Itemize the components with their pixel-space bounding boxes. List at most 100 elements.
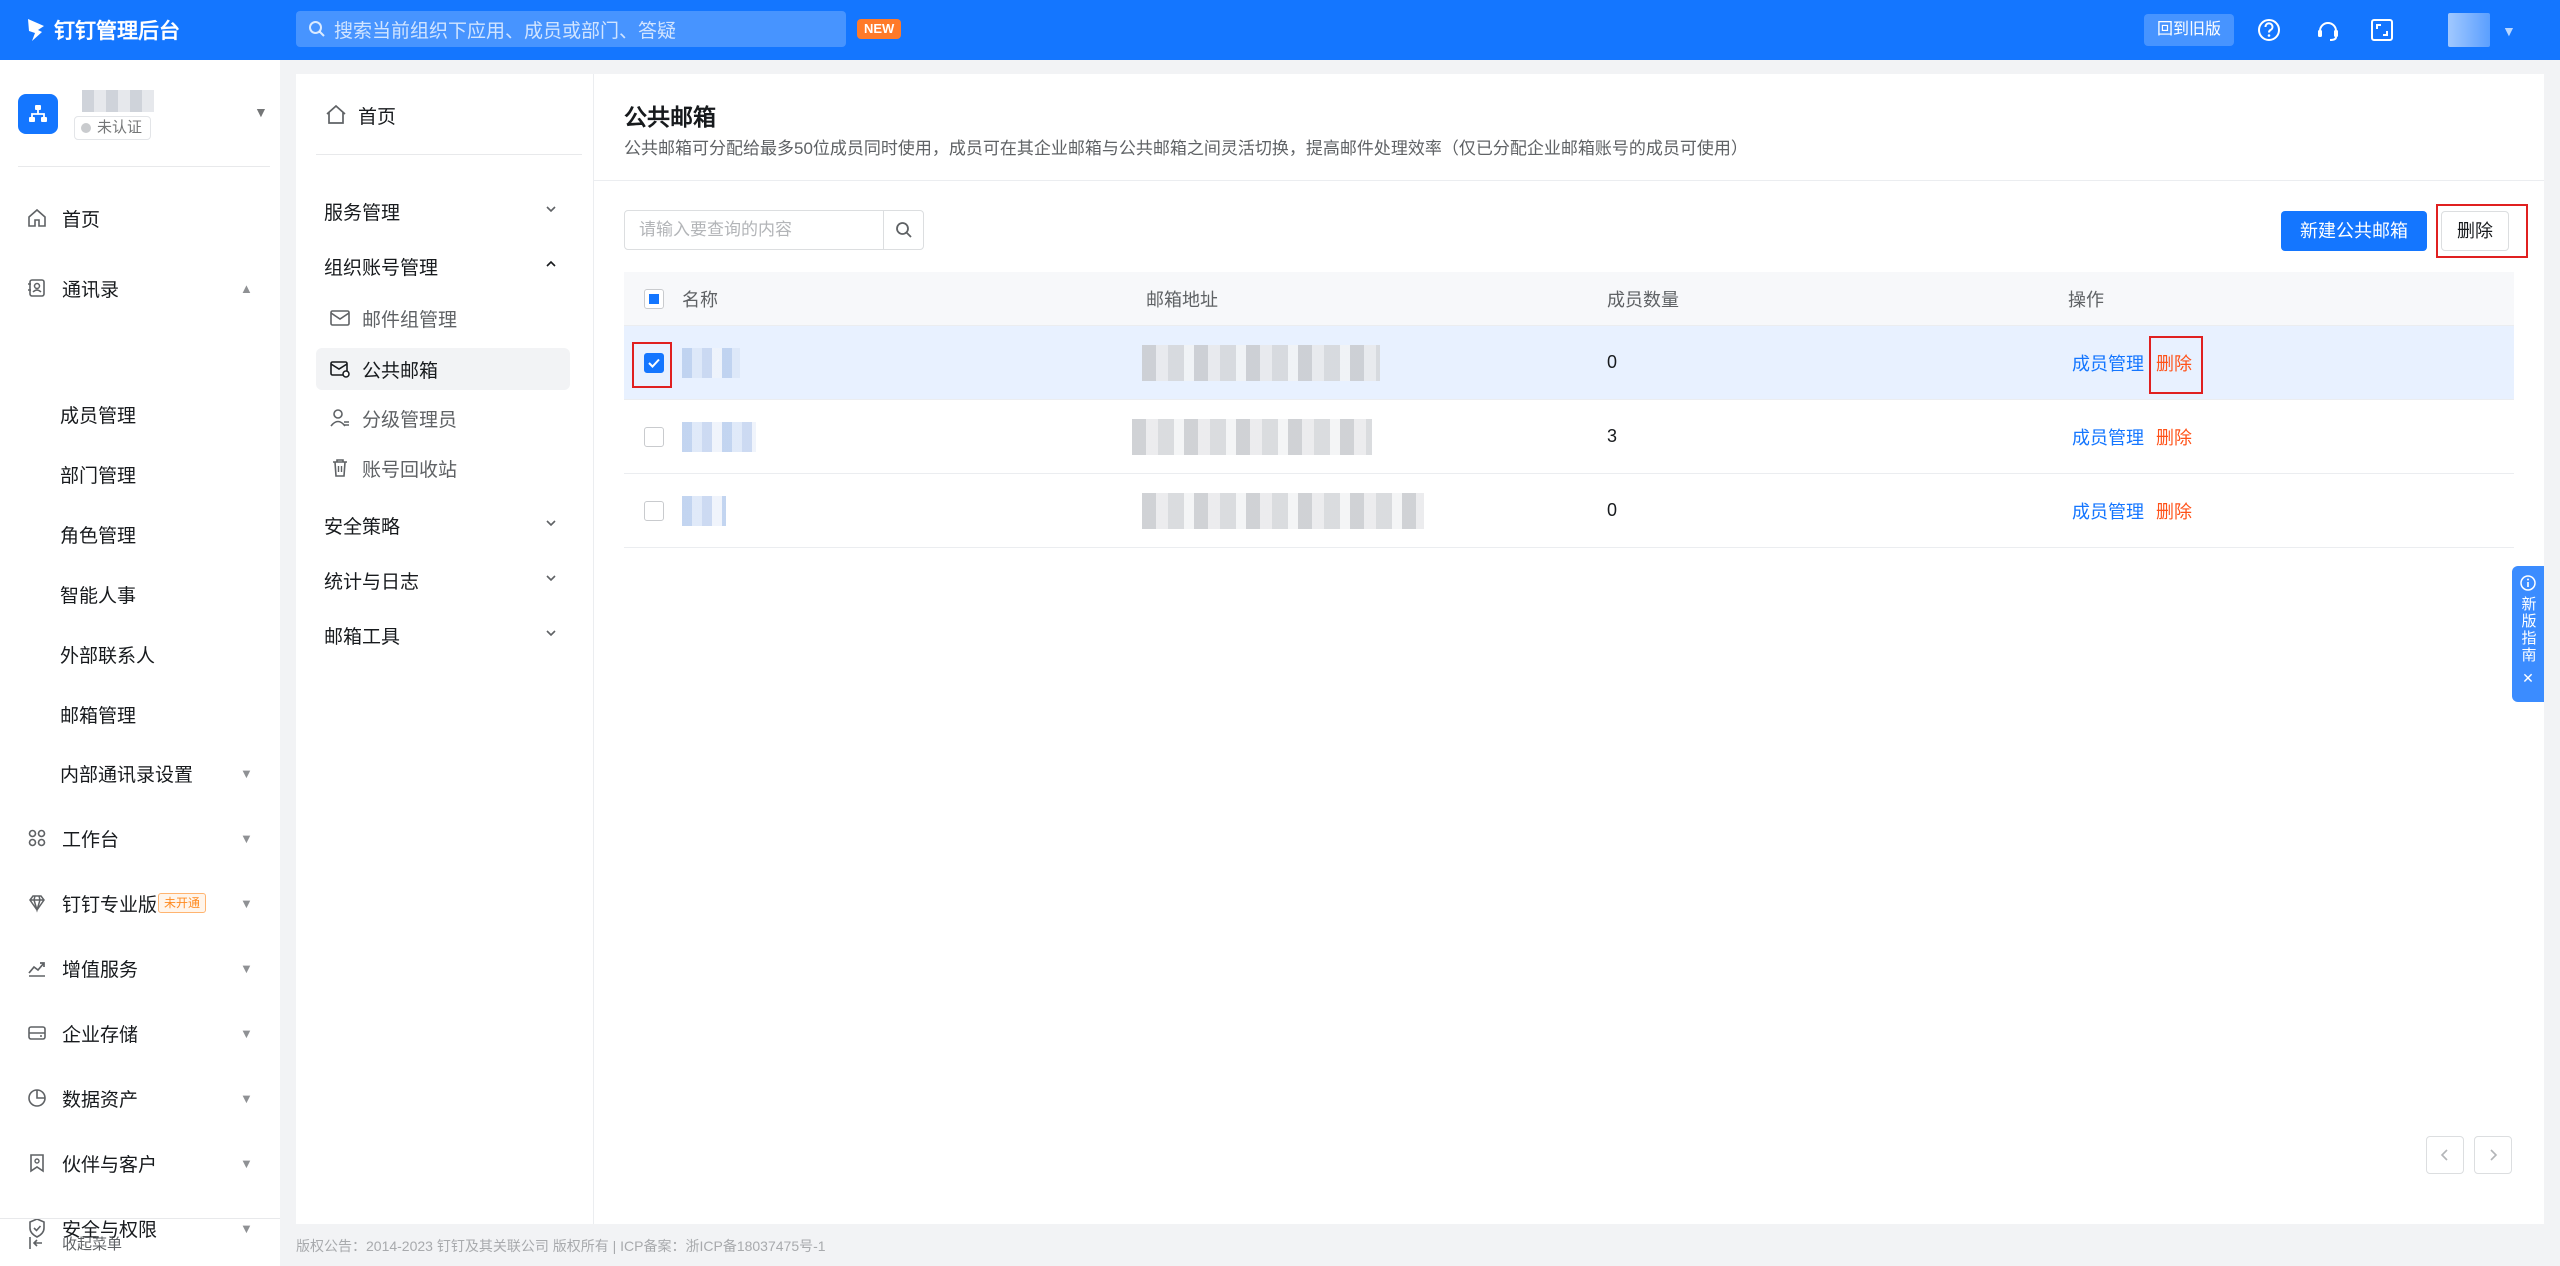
sidebar-item-contacts[interactable]: 通讯录 ▲ [0,268,280,308]
secondary-nav-service-mgmt[interactable]: 服务管理 [324,198,400,225]
diamond-icon [29,895,45,913]
org-verification-badge: 未认证 [74,116,152,140]
sidebar-subitem-mailbox-mgmt[interactable]: 邮箱管理 [60,701,136,728]
chevron-down-icon[interactable] [544,626,558,640]
checkmark-icon [648,358,660,368]
pagination-prev-button[interactable] [2426,1136,2464,1174]
mailbox-search [624,210,924,250]
org-chevron-down-icon[interactable]: ▼ [254,104,268,120]
collapse-menu-button[interactable]: 收起菜单 [0,1218,280,1266]
sidebar-subitem-member-mgmt[interactable]: 成员管理 [60,401,136,428]
chevron-up-icon[interactable] [544,257,558,271]
member-mgmt-link[interactable]: 成员管理 [2072,498,2144,524]
global-search[interactable]: 搜索当前组织下应用、成员或部门、答疑 [296,11,846,47]
home-icon [28,208,46,227]
main-content: 公共邮箱 公共邮箱可分配给最多50位成员同时使用，成员可在其企业邮箱与公共邮箱之… [594,74,2544,1224]
secondary-nav-security-policy[interactable]: 安全策略 [324,512,400,539]
top-bar: 钉钉管理后台 搜索当前组织下应用、成员或部门、答疑 NEW 回到旧版 ▼ [0,0,2560,60]
old-version-button[interactable]: 回到旧版 [2144,14,2234,46]
table-row[interactable]: 0 成员管理 删除 [624,326,2514,400]
main-sidebar: 未认证 ▼ 首页 通讯录 ▲ 成员管理 部门管理 角色管理 智能人事 外部联系人… [0,60,280,1266]
customer-service-icon[interactable] [2314,16,2342,44]
secondary-nav-mail-tools[interactable]: 邮箱工具 [324,622,400,649]
column-header-name: 名称 [682,289,718,310]
member-mgmt-link[interactable]: 成员管理 [2072,350,2144,376]
app-title: 钉钉管理后台 [54,20,180,43]
sidebar-item-partners[interactable]: 伙伴与客户 ▼ [0,1143,280,1183]
select-all-checkbox[interactable] [644,288,664,309]
sidebar-item-home[interactable]: 首页 [0,198,280,238]
org-name-redacted [82,90,154,112]
app-logo[interactable]: 钉钉管理后台 [26,15,296,45]
close-icon[interactable]: ✕ [2522,670,2534,687]
pro-not-activated-tag: 未开通 [158,893,207,913]
sidebar-item-storage[interactable]: 企业存储 ▼ [0,1013,280,1053]
secondary-nav-account-recycle[interactable]: 账号回收站 [316,447,570,489]
table-row[interactable]: 0 成员管理 删除 [624,474,2514,548]
chevron-down-icon: ▼ [240,960,253,976]
chevron-down-icon[interactable] [544,571,558,585]
user-menu-chevron-down-icon[interactable]: ▼ [2502,23,2516,39]
row-checkbox[interactable] [644,500,664,521]
select-all-cell [644,272,664,325]
secondary-nav-org-account-mgmt[interactable]: 组织账号管理 [324,253,438,280]
table-row[interactable]: 3 成员管理 删除 [624,400,2514,474]
secondary-nav-public-mailbox[interactable]: 公共邮箱 [316,348,570,390]
sidebar-item-label: 增值服务 [62,959,139,981]
sidebar-divider [18,166,270,167]
sidebar-item-pro[interactable]: 钉钉专业版 未开通 ▼ [0,883,280,923]
sidebar-item-value-added[interactable]: 增值服务 ▼ [0,948,280,988]
chevron-down-icon: ▼ [240,895,253,911]
sidebar-item-label: 企业存储 [62,1024,139,1046]
user-avatar[interactable] [2448,13,2490,47]
secondary-nav-sub-admin[interactable]: 分级管理员 [316,397,570,439]
sidebar-item-data-assets[interactable]: 数据资产 ▼ [0,1078,280,1118]
fullscreen-icon[interactable] [2368,16,2396,44]
secondary-nav-mail-group-mgmt[interactable]: 邮件组管理 [316,297,570,339]
sidebar-subitem-internal-contacts-settings[interactable]: 内部通讯录设置 ▼ [0,753,280,793]
help-icon[interactable] [2255,16,2283,44]
dingtalk-logo-icon [28,19,44,41]
chevron-down-icon[interactable] [544,202,558,216]
row-actions: 成员管理 删除 [2072,326,2192,399]
copyright-footer: 版权公告：2014-2023 钉钉及其关联公司 版权所有 | ICP备案：浙IC… [296,1238,826,1254]
search-button[interactable] [883,211,923,249]
sidebar-subitem-role-mgmt[interactable]: 角色管理 [60,521,136,548]
mailbox-address-redacted [1142,326,1380,399]
row-delete-link[interactable]: 删除 [2156,424,2192,450]
pagination-next-button[interactable] [2474,1136,2512,1174]
sidebar-item-workbench[interactable]: 工作台 ▼ [0,818,280,858]
secondary-nav-home[interactable]: 首页 [324,100,396,130]
row-select-cell [644,326,664,399]
user-admin-icon [330,409,349,427]
row-actions: 成员管理 删除 [2072,400,2192,473]
row-checkbox[interactable] [644,352,664,373]
trend-chart-icon [28,962,45,977]
sidebar-item-label: 通讯录 [62,279,120,301]
row-checkbox[interactable] [644,426,664,447]
header-divider [594,180,2544,181]
sidebar-subitem-dept-mgmt[interactable]: 部门管理 [60,461,136,488]
secondary-nav-sub-label: 分级管理员 [362,409,458,431]
batch-delete-button[interactable]: 删除 [2441,211,2509,251]
chevron-down-icon: ▼ [240,830,253,846]
new-version-guide-tab[interactable]: 新版指南 ✕ [2512,566,2544,702]
secondary-nav-home-label: 首页 [358,106,397,128]
workbench-grid-icon [28,829,46,847]
column-header-email: 邮箱地址 [1146,289,1218,310]
collapse-menu-label: 收起菜单 [62,1236,123,1253]
mailbox-address-redacted [1142,474,1424,547]
guide-label: 新版指南 [2519,596,2537,664]
sidebar-subitem-external-contacts[interactable]: 外部联系人 [60,641,155,668]
row-delete-link[interactable]: 删除 [2156,350,2192,376]
mailbox-search-input[interactable] [625,211,883,249]
row-delete-link[interactable]: 删除 [2156,498,2192,524]
secondary-nav-stats-logs[interactable]: 统计与日志 [324,567,419,594]
sidebar-subitem-smart-hr[interactable]: 智能人事 [60,581,136,608]
org-switcher[interactable]: 未认证 ▼ [18,90,268,140]
org-structure-icon [29,105,47,122]
contacts-icon [28,279,45,297]
member-mgmt-link[interactable]: 成员管理 [2072,424,2144,450]
chevron-down-icon[interactable] [544,516,558,530]
new-public-mailbox-button[interactable]: 新建公共邮箱 [2281,211,2427,251]
